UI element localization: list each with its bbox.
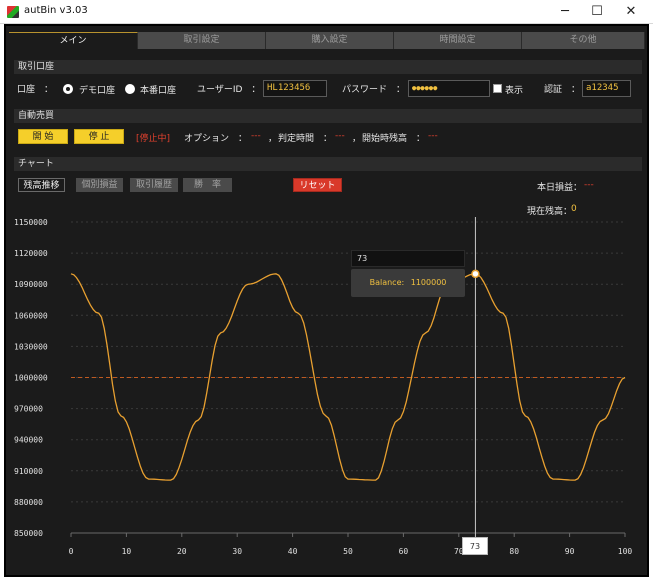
y-tick-label: 970000 (14, 405, 43, 414)
minimize-button[interactable]: ─ (548, 0, 582, 24)
x-tick-label: 30 (232, 547, 242, 556)
app-icon (7, 6, 19, 18)
y-tick-label: 1150000 (14, 218, 48, 227)
y-tick-label: 940000 (14, 436, 43, 445)
y-tick-label: 880000 (14, 498, 43, 507)
x-tick-label: 90 (565, 547, 575, 556)
y-tick-label: 1060000 (14, 311, 48, 320)
y-tick-label: 910000 (14, 467, 43, 476)
x-tick-label: 80 (509, 547, 519, 556)
x-tick-label: 20 (177, 547, 187, 556)
window-title: autBin v3.03 (24, 5, 88, 16)
cursor-x-label: 73 (462, 537, 488, 555)
balance-chart[interactable]: 8500008800009100009400009700001000000103… (6, 26, 651, 579)
title-bar: autBin v3.03 ─ ☐ ✕ (0, 0, 653, 24)
y-tick-label: 1090000 (14, 280, 48, 289)
y-tick-label: 850000 (14, 529, 43, 538)
y-tick-label: 1000000 (14, 374, 48, 383)
x-tick-label: 60 (399, 547, 409, 556)
cursor-point (471, 269, 480, 279)
tooltip-body: Balance: 1100000 (351, 269, 465, 297)
x-tick-label: 100 (618, 547, 633, 556)
maximize-button[interactable]: ☐ (580, 0, 614, 24)
x-tick-label: 0 (69, 547, 74, 556)
tooltip-series-value: 1100000 (410, 278, 447, 287)
x-tick-label: 10 (122, 547, 132, 556)
tooltip-x-label: 73 (351, 250, 465, 267)
x-tick-label: 40 (288, 547, 298, 556)
tooltip-series-label: Balance: (369, 278, 405, 287)
app-window: メイン 取引設定 購入設定 時間設定 その他 取引口座 口座 ： デモ口座 本番… (4, 24, 649, 577)
x-tick-label: 50 (343, 547, 353, 556)
balance-series-line (70, 273, 626, 481)
y-tick-label: 1030000 (14, 342, 48, 351)
close-button[interactable]: ✕ (614, 0, 648, 24)
y-tick-label: 1120000 (14, 249, 48, 258)
